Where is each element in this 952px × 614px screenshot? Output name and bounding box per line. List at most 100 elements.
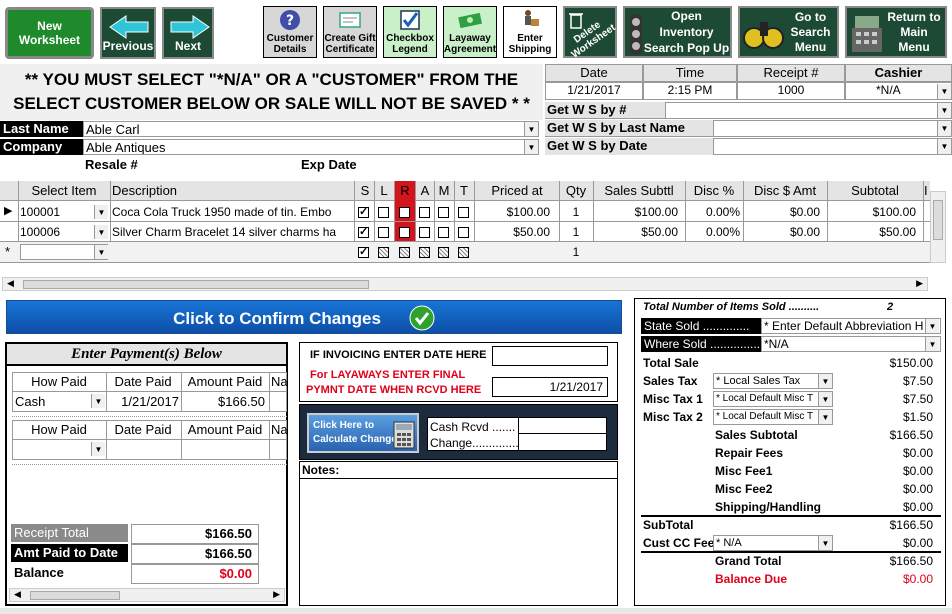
layaway-line1: For LAYAWAYS ENTER FINAL <box>310 369 466 381</box>
misc-tax2-select[interactable]: * Local Default Misc T <box>713 409 833 425</box>
item-dropdown-icon[interactable]: ▼ <box>94 205 108 219</box>
checkbox-a[interactable] <box>419 207 430 218</box>
notes-panel[interactable]: Notes: <box>299 461 618 606</box>
delete-worksheet-button[interactable]: Delete Worksheet <box>563 6 617 61</box>
checkbox-r[interactable] <box>399 247 410 258</box>
row-disc-pct[interactable]: 0.00% <box>686 205 740 219</box>
row-price[interactable]: $50.00 <box>476 225 550 239</box>
return-main-menu-button[interactable]: Return to Main Menu <box>845 6 947 58</box>
row-qty[interactable]: 1 <box>560 225 592 239</box>
checkbox-m[interactable] <box>438 207 449 218</box>
state-sold-dropdown-icon[interactable]: ▼ <box>925 319 939 333</box>
layaway-agreement-button[interactable]: Layaway Agreement <box>443 6 497 58</box>
get-ws-by-last-select[interactable] <box>713 120 952 137</box>
checkbox-t[interactable] <box>458 207 469 218</box>
create-gift-certificate-button[interactable]: Create Gift Certificate <box>323 6 377 58</box>
change-value <box>518 434 606 450</box>
confirm-changes-button[interactable]: Click to Confirm Changes <box>6 300 622 334</box>
checkbox-l[interactable] <box>378 207 389 218</box>
cash-rcvd-input[interactable] <box>518 418 606 434</box>
checkbox-m[interactable] <box>438 247 449 258</box>
row-disc-amt[interactable]: $0.00 <box>744 205 820 219</box>
checkbox-s[interactable] <box>358 245 369 258</box>
cc-fee-sel-value: * N/A <box>716 537 742 549</box>
get-ws-by-date-select[interactable] <box>713 138 952 155</box>
item-dropdown-icon[interactable]: ▼ <box>94 245 108 259</box>
layaway-date-input[interactable]: 1/21/2017 <box>492 377 608 397</box>
row-price[interactable]: $100.00 <box>476 205 550 219</box>
cashier-select[interactable]: *N/A <box>845 82 952 100</box>
checkbox-s[interactable] <box>358 205 369 218</box>
calculate-change-button[interactable]: Click Here to Calculate Change <box>307 413 419 453</box>
previous-button[interactable]: Previous <box>100 7 156 59</box>
cc-fee-select[interactable]: * N/A <box>713 535 833 551</box>
time-value[interactable]: 2:15 PM <box>643 82 737 100</box>
misc-tax2-dropdown-icon[interactable]: ▼ <box>818 410 832 424</box>
table-row-new[interactable]: * ▼ 1 <box>0 242 930 262</box>
row-description[interactable]: Silver Charm Bracelet 14 silver charms h… <box>112 225 352 239</box>
sales-tax-dropdown-icon[interactable]: ▼ <box>818 374 832 388</box>
next-button[interactable]: Next <box>162 7 214 59</box>
how-paid-dropdown-icon[interactable]: ▼ <box>91 394 105 408</box>
checkbox-r[interactable] <box>399 207 410 218</box>
goto-search-menu-button[interactable]: Go to Search Menu <box>738 6 839 58</box>
grid-horizontal-scrollbar[interactable]: ◀ ▶ <box>2 277 928 291</box>
traffic-light-icon <box>630 14 642 54</box>
col-l: L <box>380 183 388 198</box>
item-dropdown-icon[interactable]: ▼ <box>94 225 108 239</box>
amount-paid-value[interactable]: $166.50 <box>183 394 265 409</box>
row-qty[interactable]: 1 <box>560 205 592 219</box>
enter-shipping-button[interactable]: Enter Shipping <box>503 6 557 58</box>
get-ws-by-num-select[interactable] <box>665 102 952 119</box>
checkbox-a[interactable] <box>419 247 430 258</box>
checkbox-l[interactable] <box>378 227 389 238</box>
cashier-dropdown-icon[interactable]: ▼ <box>937 84 951 99</box>
how-paid-dropdown-icon[interactable]: ▼ <box>91 442 105 456</box>
where-sold-select[interactable]: *N/A <box>761 336 941 352</box>
state-sold-select[interactable]: * Enter Default Abbreviation H <box>761 318 941 334</box>
checkbox-legend-button[interactable]: Checkbox Legend <box>383 6 437 58</box>
checkbox-s[interactable] <box>358 225 369 238</box>
open-inventory-button[interactable]: Open Inventory Search Pop Up <box>623 6 732 58</box>
grid-vertical-scrollbar[interactable] <box>930 191 946 263</box>
misc-tax1-select[interactable]: * Local Default Misc T <box>713 391 833 407</box>
last-name-dropdown-icon[interactable]: ▼ <box>524 122 538 136</box>
date-value[interactable]: 1/21/2017 <box>545 82 643 100</box>
table-row[interactable]: ▶ 100001 ▼ Coca Cola Truck 1950 made of … <box>0 202 930 221</box>
balance-due-value: $0.00 <box>902 572 933 586</box>
receipt-value[interactable]: 1000 <box>737 82 845 100</box>
row-disc-pct[interactable]: 0.00% <box>686 225 740 239</box>
date-paid-value[interactable]: 1/21/2017 <box>107 394 179 409</box>
checkbox-t[interactable] <box>458 227 469 238</box>
table-row[interactable]: 100006 ▼ Silver Charm Bracelet 14 silver… <box>0 222 930 241</box>
get-ws-num-dropdown-icon[interactable]: ▼ <box>937 103 951 118</box>
checkbox-t[interactable] <box>458 247 469 258</box>
cc-fee-dropdown-icon[interactable]: ▼ <box>818 536 832 550</box>
how-paid-value[interactable]: Cash <box>15 394 85 409</box>
sales-tax-select[interactable]: * Local Sales Tax <box>713 373 833 389</box>
company-dropdown-icon[interactable]: ▼ <box>524 140 538 154</box>
checkbox-l[interactable] <box>378 247 389 258</box>
arrow-left-icon <box>109 15 149 39</box>
checkbox-r[interactable] <box>399 227 410 238</box>
row-disc-amt[interactable]: $0.00 <box>744 225 820 239</box>
checkbox-m[interactable] <box>438 227 449 238</box>
payment-horizontal-scrollbar[interactable]: ◀ ▶ <box>9 588 285 602</box>
checkbox-a[interactable] <box>419 227 430 238</box>
row-qty[interactable]: 1 <box>560 245 592 259</box>
row-description[interactable]: Coca Cola Truck 1950 made of tin. Embo <box>112 205 352 219</box>
arrow-right-icon <box>170 15 210 39</box>
row-item[interactable]: 100001 <box>20 205 92 219</box>
where-sold-dropdown-icon[interactable]: ▼ <box>925 337 939 351</box>
last-name-select[interactable]: Able Carl <box>83 121 539 137</box>
checkbox-legend-line2: Legend <box>392 44 428 55</box>
get-ws-date-dropdown-icon[interactable]: ▼ <box>937 139 951 154</box>
sales-tax-sel-value: * Local Sales Tax <box>716 375 801 387</box>
invoice-date-input[interactable] <box>492 346 608 366</box>
company-select[interactable]: Able Antiques <box>83 139 539 155</box>
new-worksheet-button[interactable]: New Worksheet <box>5 7 94 59</box>
misc-tax1-dropdown-icon[interactable]: ▼ <box>818 392 832 406</box>
customer-details-button[interactable]: ? Customer Details <box>263 6 317 58</box>
get-ws-last-dropdown-icon[interactable]: ▼ <box>937 121 951 136</box>
row-item[interactable]: 100006 <box>20 225 92 239</box>
